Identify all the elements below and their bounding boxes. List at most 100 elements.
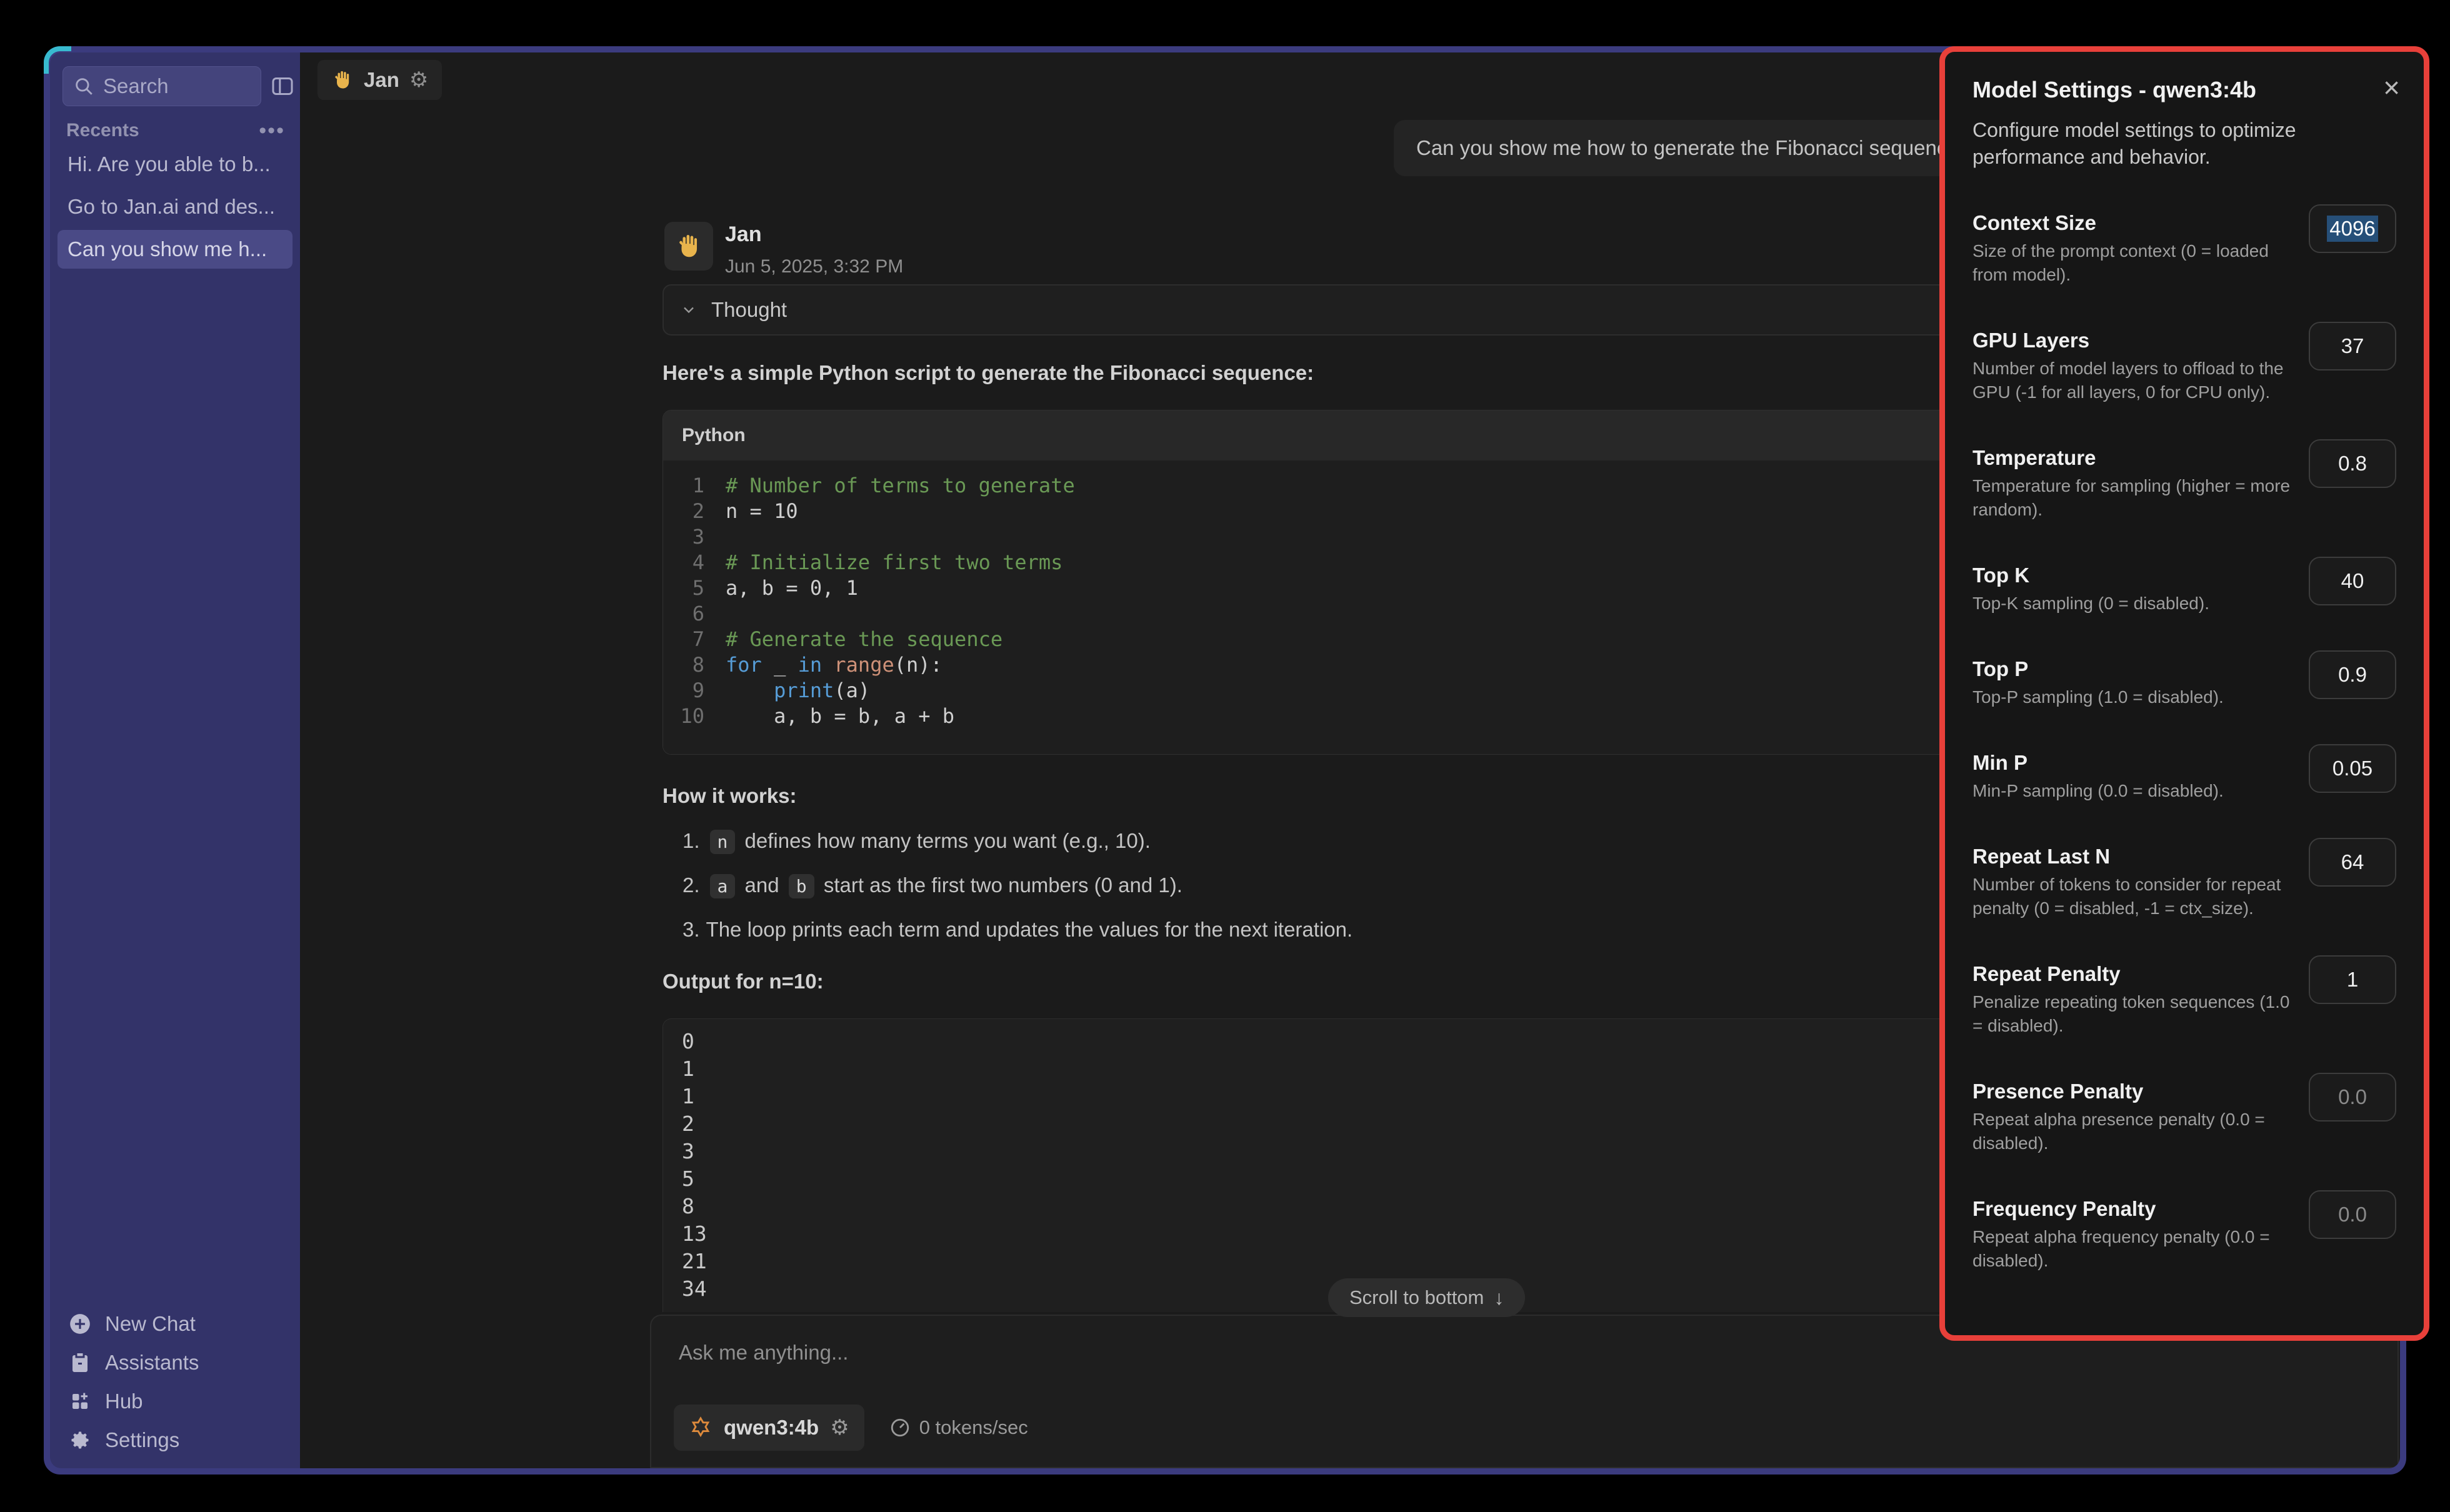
model-settings-panel: Model Settings - qwen3:4b × Configure mo…: [1939, 46, 2429, 1341]
close-icon[interactable]: ×: [2383, 73, 2400, 102]
search-box[interactable]: [62, 66, 261, 106]
line-number: 8: [663, 652, 726, 678]
sidebar-item-label: Settings: [105, 1428, 179, 1452]
sidebar-item-label: Hi. Are you able to b...: [68, 152, 271, 176]
setting-value: 64: [2341, 850, 2364, 874]
settings-fields: Context SizeSize of the prompt context (…: [1972, 209, 2396, 1273]
repeat-last-n-input[interactable]: 64: [2309, 838, 2396, 887]
inline-code: n: [710, 830, 736, 854]
sidebar-item-settings[interactable]: Settings: [58, 1421, 292, 1460]
sidebar-item-label: Can you show me h...: [68, 237, 267, 261]
line-number: 1: [663, 473, 726, 499]
clipboard-icon: [68, 1351, 92, 1374]
plus-circle-icon: [68, 1312, 92, 1336]
repeat-penalty-input[interactable]: 1: [2309, 955, 2396, 1004]
wave-hand-icon: [674, 232, 703, 261]
gpu-layers-input[interactable]: 37: [2309, 322, 2396, 371]
setting-repeat-last-n: Repeat Last NNumber of tokens to conside…: [1972, 843, 2396, 920]
settings-panel-subtitle: Configure model settings to optimize per…: [1972, 117, 2322, 171]
setting-top-p: Top PTop-P sampling (1.0 = disabled).0.9: [1972, 655, 2396, 709]
code-language-label: Python: [682, 425, 746, 446]
setting-value: 1: [2347, 968, 2358, 992]
setting-repeat-penalty: Repeat PenaltyPenalize repeating token s…: [1972, 960, 2396, 1038]
sidebar-item-label: Assistants: [105, 1351, 199, 1375]
setting-description: Min-P sampling (0.0 = disabled).: [1972, 779, 2298, 803]
tab-jan[interactable]: Jan ⚙: [318, 60, 442, 100]
code-text: n = 10: [726, 499, 798, 524]
gear-icon: [68, 1429, 92, 1451]
model-name: qwen3:4b: [724, 1416, 819, 1440]
sidebar-item-assistants[interactable]: Assistants: [58, 1343, 292, 1382]
code-text: # Number of terms to generate: [726, 473, 1075, 499]
presence-penalty-input[interactable]: 0.0: [2309, 1073, 2396, 1122]
sidebar-item-chat[interactable]: Go to Jan.ai and des...: [58, 187, 292, 226]
settings-panel-title: Model Settings - qwen3:4b: [1972, 77, 2396, 103]
setting-value: 4096: [2327, 216, 2378, 242]
setting-description: Number of model layers to offload to the…: [1972, 357, 2298, 404]
step-text: a and b start as the first two numbers (…: [706, 873, 1182, 897]
sidebar-item-label: Hub: [105, 1390, 143, 1413]
gear-icon[interactable]: ⚙: [830, 1415, 849, 1440]
setting-description: Repeat alpha frequency penalty (0.0 = di…: [1972, 1225, 2298, 1273]
sidebar-item-chat[interactable]: Can you show me h...: [58, 230, 292, 269]
setting-frequency-penalty: Frequency PenaltyRepeat alpha frequency …: [1972, 1195, 2396, 1273]
setting-description: Repeat alpha presence penalty (0.0 = dis…: [1972, 1108, 2298, 1155]
ellipsis-icon[interactable]: •••: [259, 124, 285, 137]
user-message-text: Can you show me how to generate the Fibo…: [1416, 136, 1959, 160]
sidebar-item-label: Go to Jan.ai and des...: [68, 195, 275, 219]
setting-description: Top-P sampling (1.0 = disabled).: [1972, 685, 2298, 709]
search-input[interactable]: [103, 74, 253, 98]
tab-label: Jan: [364, 68, 399, 92]
qwen-star-icon: [689, 1416, 712, 1440]
context-size-input[interactable]: 4096: [2309, 204, 2396, 253]
panel-toggle-icon[interactable]: [270, 74, 295, 99]
model-selector[interactable]: qwen3:4b ⚙: [674, 1405, 864, 1451]
hub-grid-icon: [68, 1390, 92, 1413]
assistant-intro-text: Here's a simple Python script to generat…: [662, 361, 1314, 385]
frequency-penalty-input[interactable]: 0.0: [2309, 1190, 2396, 1239]
setting-top-k: Top KTop-K sampling (0 = disabled).40: [1972, 562, 2396, 615]
sidebar-item-hub[interactable]: Hub: [58, 1382, 292, 1421]
line-number: 6: [663, 601, 726, 627]
setting-description: Temperature for sampling (higher = more …: [1972, 474, 2298, 522]
step-text: n defines how many terms you want (e.g.,…: [706, 829, 1151, 853]
inline-code: b: [789, 874, 814, 898]
line-number: 10: [663, 704, 726, 729]
wave-hand-icon: [331, 69, 354, 91]
chat-input[interactable]: Ask me anything...: [679, 1341, 848, 1365]
code-text: # Initialize first two terms: [726, 550, 1062, 575]
line-number: 7: [663, 627, 726, 652]
line-number: 4: [663, 550, 726, 575]
scroll-to-bottom-button[interactable]: Scroll to bottom ↓: [1328, 1278, 1525, 1317]
setting-value: 37: [2341, 334, 2364, 358]
step-text: The loop prints each term and updates th…: [706, 918, 1353, 942]
setting-gpu-layers: GPU LayersNumber of model layers to offl…: [1972, 327, 2396, 404]
gauge-icon: [889, 1417, 911, 1438]
search-icon: [73, 76, 94, 97]
setting-value: 40: [2341, 569, 2364, 593]
code-text: # Generate the sequence: [726, 627, 1002, 652]
scroll-to-bottom-label: Scroll to bottom: [1349, 1286, 1484, 1309]
setting-presence-penalty: Presence PenaltyRepeat alpha presence pe…: [1972, 1078, 2396, 1155]
token-speed-label: 0 tokens/sec: [919, 1416, 1028, 1439]
sidebar-item-new-chat[interactable]: New Chat: [58, 1305, 292, 1343]
code-text: a, b = b, a + b: [726, 704, 954, 729]
sidebar: Recents ••• Hi. Are you able to b... Go t…: [50, 52, 300, 1468]
inline-code: a: [710, 874, 736, 898]
chevron-down-icon: [680, 301, 698, 319]
thought-label: Thought: [711, 298, 787, 322]
recents-label: Recents: [66, 120, 139, 141]
temperature-input[interactable]: 0.8: [2309, 439, 2396, 488]
token-speed: 0 tokens/sec: [889, 1416, 1028, 1439]
setting-temperature: TemperatureTemperature for sampling (hig…: [1972, 444, 2396, 522]
setting-value: 0.8: [2338, 452, 2367, 475]
setting-value: 0.9: [2338, 663, 2367, 687]
top-p-input[interactable]: 0.9: [2309, 650, 2396, 699]
step-number: 3.: [682, 918, 700, 942]
line-number: 9: [663, 678, 726, 704]
min-p-input[interactable]: 0.05: [2309, 744, 2396, 793]
sidebar-item-chat[interactable]: Hi. Are you able to b...: [58, 145, 292, 184]
gear-icon[interactable]: ⚙: [409, 67, 428, 92]
top-k-input[interactable]: 40: [2309, 557, 2396, 605]
output-heading: Output for n=10:: [662, 970, 824, 993]
